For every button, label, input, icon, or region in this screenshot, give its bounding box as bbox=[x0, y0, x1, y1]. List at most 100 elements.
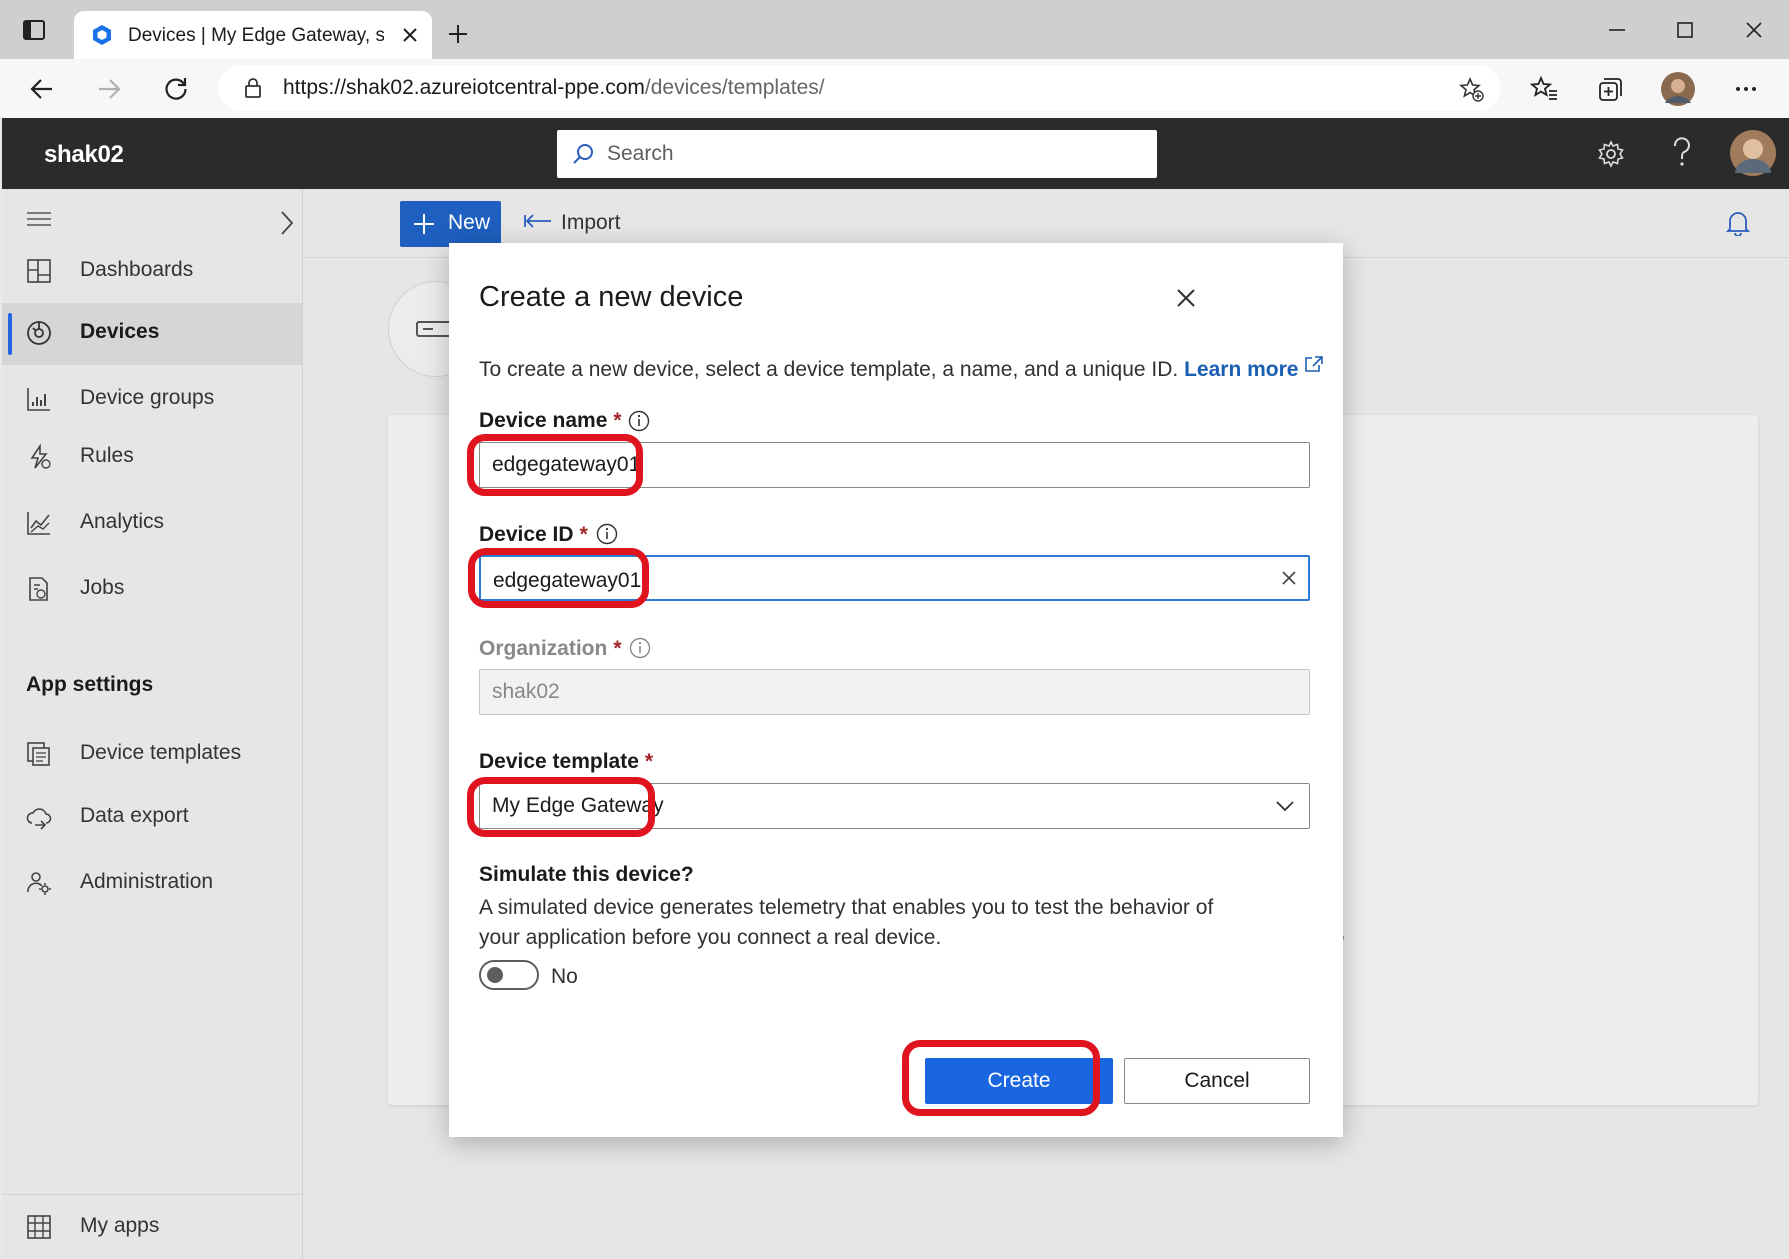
organization-label-text: Organization bbox=[479, 637, 608, 660]
help-icon[interactable] bbox=[1670, 137, 1694, 169]
sidebar-item-label: Administration bbox=[80, 870, 214, 893]
required-asterisk: * bbox=[644, 750, 654, 773]
url-host: https://shak02.azureiotcentral-ppe.com bbox=[283, 76, 645, 99]
refresh-icon[interactable] bbox=[162, 75, 190, 103]
azure-iot-favicon bbox=[90, 23, 114, 47]
device-id-label: Device ID * bbox=[479, 523, 588, 547]
browser-tab-active[interactable]: Devices | My Edge Gateway, shak bbox=[74, 11, 432, 59]
maximize-icon[interactable] bbox=[1673, 18, 1697, 42]
lock-icon[interactable] bbox=[242, 77, 264, 99]
info-icon[interactable] bbox=[596, 523, 618, 545]
highlight-device-id bbox=[468, 548, 649, 608]
required-asterisk: * bbox=[579, 523, 588, 546]
device-name-label: Device name * bbox=[479, 409, 622, 433]
close-tab-icon[interactable] bbox=[400, 25, 420, 45]
device-groups-icon bbox=[26, 386, 52, 412]
external-link-icon[interactable] bbox=[1304, 355, 1324, 373]
app-header: shak02 Search bbox=[2, 118, 1789, 189]
sidebar-divider bbox=[2, 1194, 302, 1195]
device-template-label: Device template * bbox=[479, 750, 653, 774]
cancel-button[interactable]: Cancel bbox=[1124, 1058, 1310, 1104]
more-icon[interactable] bbox=[1732, 75, 1760, 103]
sidebar-item-label: My apps bbox=[80, 1214, 160, 1237]
sidebar-item-devices[interactable]: Devices bbox=[2, 303, 302, 365]
organization-value: shak02 bbox=[492, 680, 560, 703]
close-dialog-button[interactable] bbox=[1167, 279, 1205, 317]
notifications-bell-icon[interactable] bbox=[1726, 210, 1750, 236]
back-icon[interactable] bbox=[28, 75, 56, 103]
sidebar: Dashboards Devices Device groups Rules A… bbox=[2, 189, 303, 1259]
sidebar-item-dashboards[interactable]: Dashboards bbox=[2, 241, 302, 303]
address-bar[interactable]: https://shak02.azureiotcentral-ppe.com/d… bbox=[218, 65, 1500, 111]
user-avatar[interactable] bbox=[1729, 129, 1777, 177]
profile-avatar[interactable] bbox=[1660, 71, 1696, 107]
section-title-app-settings: App settings bbox=[26, 673, 154, 696]
sidebar-item-analytics[interactable]: Analytics bbox=[2, 493, 302, 555]
device-name-label-text: Device name bbox=[479, 409, 608, 432]
highlight-device-template bbox=[467, 777, 655, 837]
tab-actions-icon[interactable] bbox=[22, 18, 46, 42]
app-name[interactable]: shak02 bbox=[44, 141, 124, 169]
dialog-description-text: To create a new device, select a device … bbox=[479, 358, 1179, 381]
url-path: /devices/templates/ bbox=[644, 76, 825, 99]
dialog-title: Create a new device bbox=[479, 281, 744, 313]
dialog-description: To create a new device, select a device … bbox=[479, 355, 1324, 382]
minimize-icon[interactable] bbox=[1605, 18, 1629, 42]
sidebar-item-administration[interactable]: Administration bbox=[2, 853, 302, 915]
close-window-icon[interactable] bbox=[1742, 18, 1766, 42]
simulate-toggle[interactable] bbox=[479, 960, 539, 990]
my-apps-icon bbox=[26, 1214, 52, 1240]
tab-title: Devices | My Edge Gateway, shak bbox=[128, 25, 384, 46]
url-text: https://shak02.azureiotcentral-ppe.com/d… bbox=[283, 76, 825, 100]
organization-label: Organization * bbox=[479, 637, 622, 661]
jobs-icon bbox=[26, 576, 52, 602]
new-button[interactable]: New bbox=[400, 201, 501, 247]
settings-icon[interactable] bbox=[1596, 139, 1626, 169]
browser-tab-strip: Devices | My Edge Gateway, shak bbox=[0, 0, 1789, 59]
new-tab-icon[interactable] bbox=[446, 22, 470, 46]
hamburger-menu-icon[interactable] bbox=[26, 209, 52, 229]
data-export-icon bbox=[26, 804, 52, 830]
browser-toolbar: https://shak02.azureiotcentral-ppe.com/d… bbox=[0, 59, 1789, 119]
dashboard-icon bbox=[26, 258, 52, 284]
highlight-create-button bbox=[902, 1040, 1100, 1116]
chevron-down-icon[interactable] bbox=[1274, 796, 1296, 816]
sidebar-item-label: Rules bbox=[80, 444, 134, 467]
simulate-description: A simulated device generates telemetry t… bbox=[479, 896, 1214, 949]
sidebar-item-my-apps[interactable]: My apps bbox=[2, 1197, 302, 1259]
selected-indicator bbox=[8, 313, 12, 355]
info-icon[interactable] bbox=[629, 637, 651, 659]
search-placeholder: Search bbox=[607, 142, 674, 165]
new-button-label: New bbox=[448, 211, 491, 234]
sidebar-item-label: Analytics bbox=[80, 510, 165, 533]
analytics-icon bbox=[26, 510, 52, 536]
collections-icon[interactable] bbox=[1596, 75, 1624, 103]
collapse-chevron-icon[interactable] bbox=[277, 209, 297, 237]
sidebar-item-device-templates[interactable]: Device templates bbox=[2, 724, 302, 786]
create-device-dialog: Create a new device To create a new devi… bbox=[449, 243, 1343, 1137]
sidebar-item-label: Devices bbox=[80, 320, 160, 343]
forward-icon[interactable] bbox=[95, 75, 123, 103]
search-input[interactable]: Search bbox=[557, 130, 1157, 178]
sidebar-item-jobs[interactable]: Jobs bbox=[2, 559, 302, 621]
device-template-label-text: Device template bbox=[479, 750, 639, 773]
import-icon[interactable] bbox=[524, 213, 552, 229]
clear-input-icon[interactable] bbox=[1280, 569, 1298, 587]
favorites-icon[interactable] bbox=[1530, 75, 1558, 103]
add-favorite-icon[interactable] bbox=[1458, 76, 1484, 102]
sidebar-item-data-export[interactable]: Data export bbox=[2, 787, 302, 849]
administration-icon bbox=[26, 870, 52, 896]
import-button[interactable]: Import bbox=[561, 211, 621, 235]
devices-icon bbox=[26, 320, 52, 346]
learn-more-link[interactable]: Learn more bbox=[1184, 358, 1298, 381]
sidebar-item-label: Jobs bbox=[80, 576, 125, 599]
simulate-toggle-label: No bbox=[551, 965, 578, 988]
search-icon bbox=[571, 142, 595, 166]
info-icon[interactable] bbox=[628, 410, 650, 432]
toggle-knob bbox=[487, 967, 503, 983]
sidebar-item-device-groups[interactable]: Device groups bbox=[2, 369, 302, 431]
required-asterisk: * bbox=[613, 637, 622, 660]
simulate-title: Simulate this device? bbox=[479, 863, 694, 886]
sidebar-item-rules[interactable]: Rules bbox=[2, 427, 302, 489]
sidebar-item-label: Device groups bbox=[80, 386, 215, 409]
